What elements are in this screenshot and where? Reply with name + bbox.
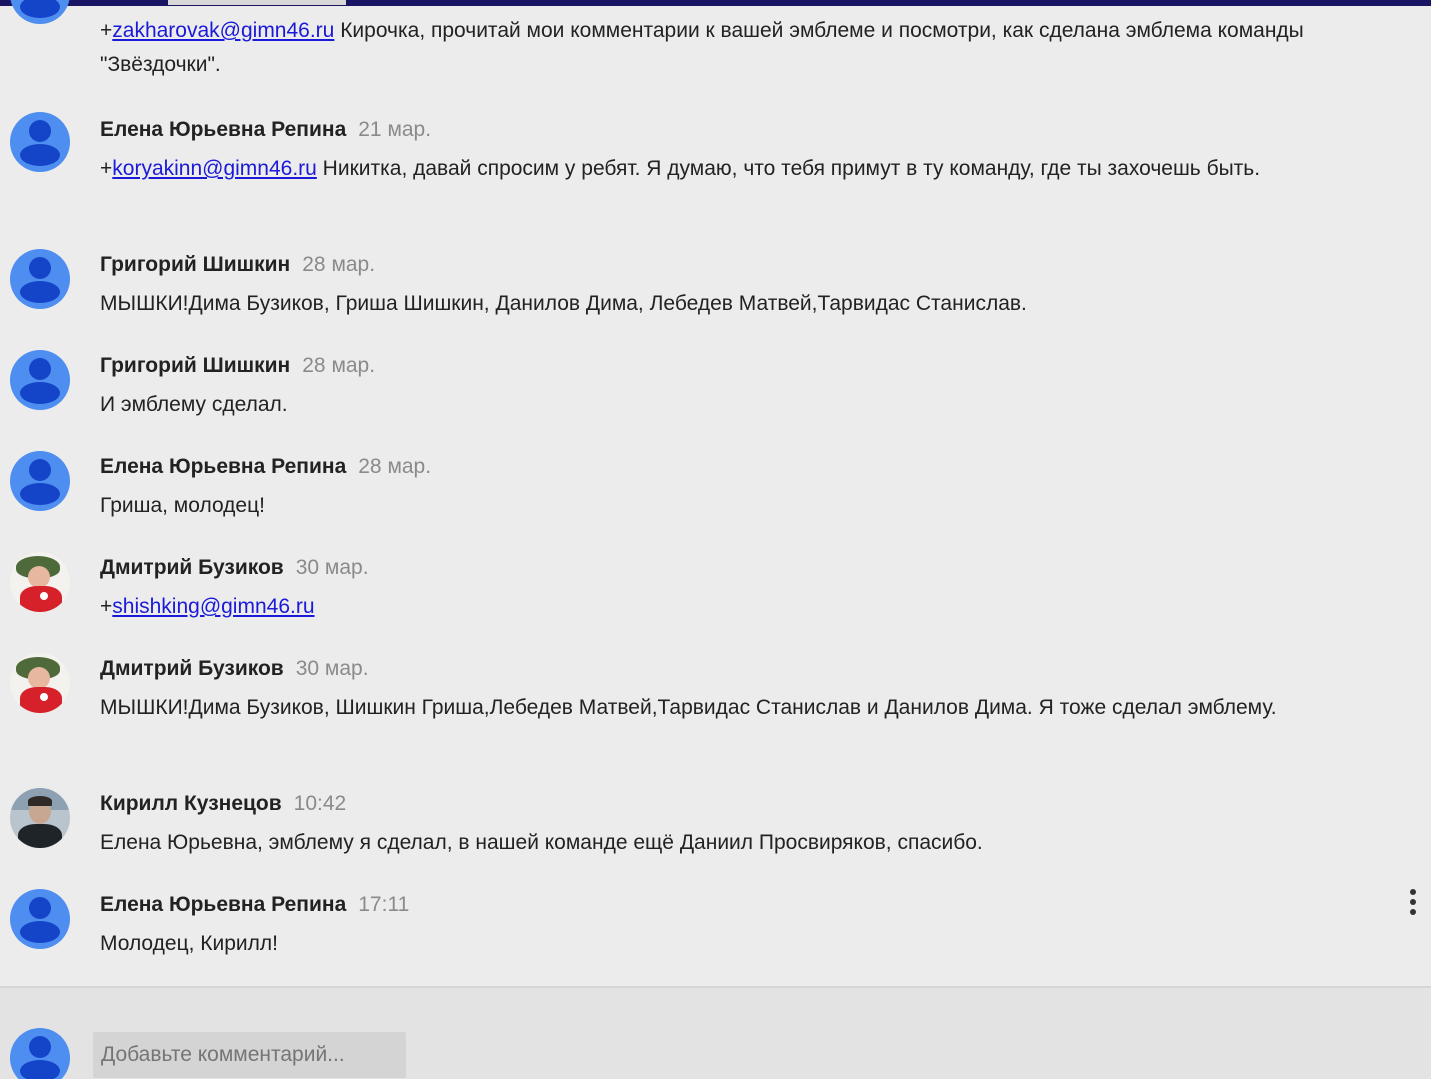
comment-author[interactable]: Григорий Шишкин (100, 354, 290, 377)
comment-composer (0, 986, 1431, 1079)
comment-time[interactable]: 28 мар. (302, 354, 375, 377)
user-photo-avatar[interactable] (10, 788, 70, 848)
comment-time[interactable]: 10:42 (294, 792, 347, 815)
comment-text: Молодец, Кирилл! (100, 932, 278, 955)
comment-text: Гриша, молодец! (100, 494, 265, 517)
comment-header: Елена Юрьевна Репина 28 мар. (100, 455, 1415, 479)
comment-text: +shishking@gimn46.ru (100, 595, 315, 618)
comment-time[interactable]: 30 мар. (296, 657, 369, 680)
comment-item: Кирилл Кузнецов 10:42 Елена Юрьевна, эмбл… (0, 788, 1431, 860)
comment-item: Елена Юрьевна Репина 17:11 Молодец, Кирил… (0, 889, 1431, 961)
comment-text: Елена Юрьевна, эмблему я сделал, в нашей… (100, 831, 983, 854)
user-avatar-icon[interactable] (10, 249, 70, 309)
comment-header: Дмитрий Бузиков 30 мар. (100, 657, 1415, 681)
comment-header: Дмитрий Бузиков 30 мар. (100, 556, 1415, 580)
mention-link[interactable]: koryakinn@gimn46.ru (112, 157, 317, 180)
comments-page: +zakharovak@gimn46.ru Кирочка, прочитай … (0, 0, 1431, 1079)
comment-text: +koryakinn@gimn46.ru Никитка, давай спро… (100, 157, 1261, 180)
comment-time[interactable]: 28 мар. (358, 455, 431, 478)
comment-item: Григорий Шишкин 28 мар. И эмблему сделал. (0, 350, 1431, 422)
comment-author[interactable]: Кирилл Кузнецов (100, 792, 282, 815)
comment-item: Елена Юрьевна Репина 28 мар. Гриша, молод… (0, 451, 1431, 523)
comment-time[interactable]: 28 мар. (302, 253, 375, 276)
comment-author[interactable]: Дмитрий Бузиков (100, 657, 284, 680)
comment-item: +zakharovak@gimn46.ru Кирочка, прочитай … (0, 0, 1431, 82)
comment-author[interactable]: Елена Юрьевна Репина (100, 893, 346, 916)
user-avatar-icon[interactable] (10, 350, 70, 410)
comment-header: Григорий Шишкин 28 мар. (100, 253, 1415, 277)
mention-link[interactable]: zakharovak@gimn46.ru (112, 19, 334, 42)
comment-author[interactable]: Елена Юрьевна Репина (100, 455, 346, 478)
comment-header: Елена Юрьевна Репина 17:11 (100, 893, 1415, 917)
user-avatar-icon[interactable] (10, 451, 70, 511)
user-avatar-icon[interactable] (10, 889, 70, 949)
user-avatar-icon[interactable] (10, 112, 70, 172)
comment-time[interactable]: 21 мар. (358, 118, 431, 141)
comment-item: Григорий Шишкин 28 мар. МЫШКИ!Дима Бузико… (0, 249, 1431, 321)
comment-author[interactable]: Григорий Шишкин (100, 253, 290, 276)
comment-item: Дмитрий Бузиков 30 мар. +shishking@gimn46… (0, 552, 1431, 624)
add-comment-input[interactable] (93, 1032, 406, 1078)
comment-header: Кирилл Кузнецов 10:42 (100, 792, 1415, 816)
user-photo-avatar[interactable] (10, 552, 70, 612)
user-photo-avatar[interactable] (10, 653, 70, 713)
more-vert-icon[interactable] (1409, 889, 1417, 919)
user-avatar-icon (10, 1028, 70, 1079)
mention-link[interactable]: shishking@gimn46.ru (112, 595, 314, 618)
comment-time[interactable]: 30 мар. (296, 556, 369, 579)
comment-text: МЫШКИ!Дима Бузиков, Шишкин Гриша,Лебедев… (100, 696, 1277, 719)
comment-text: И эмблему сделал. (100, 393, 288, 416)
comment-author[interactable]: Елена Юрьевна Репина (100, 118, 346, 141)
comment-header: Елена Юрьевна Репина 21 мар. (100, 118, 1415, 142)
user-avatar-icon[interactable] (10, 0, 70, 24)
comment-item: Дмитрий Бузиков 30 мар. МЫШКИ!Дима Бузико… (0, 653, 1431, 725)
comment-text: +zakharovak@gimn46.ru Кирочка, прочитай … (100, 19, 1304, 76)
comment-author[interactable]: Дмитрий Бузиков (100, 556, 284, 579)
comment-header: Григорий Шишкин 28 мар. (100, 354, 1415, 378)
comment-text: МЫШКИ!Дима Бузиков, Гриша Шишкин, Данило… (100, 292, 1027, 315)
comment-item: Елена Юрьевна Репина 21 мар. +koryakinn@g… (0, 112, 1431, 186)
comment-time[interactable]: 17:11 (358, 893, 409, 916)
